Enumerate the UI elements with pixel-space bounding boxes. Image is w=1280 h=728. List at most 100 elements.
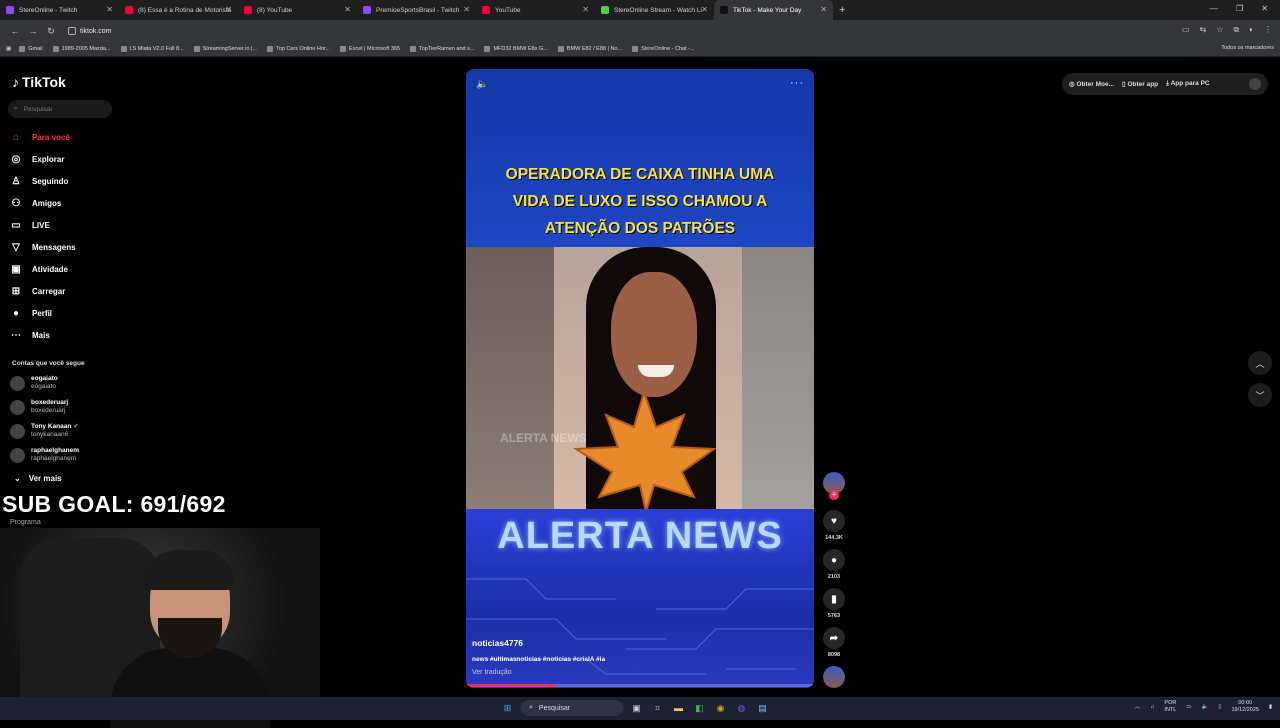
save-button[interactable]: ▮ 5763 [821, 588, 847, 619]
tray-chevron-icon[interactable]: ︿ [1135, 704, 1141, 711]
browser-tab[interactable]: StereOnline Stream - Watch Li ✕ [595, 0, 714, 20]
site-info-icon[interactable] [68, 27, 76, 35]
sidebar-item-mensagens[interactable]: ▽ Mensagens [10, 236, 75, 258]
notifications-icon[interactable]: ▮ [1269, 704, 1272, 711]
apps-icon[interactable]: ▦ [6, 46, 11, 52]
close-tab-icon[interactable]: ✕ [225, 5, 232, 14]
see-translation[interactable]: Ver tradução [472, 669, 512, 676]
network-icon[interactable]: ▭ [1186, 704, 1191, 711]
store-icon[interactable]: ◧ [692, 701, 707, 716]
discord-icon[interactable]: ◍ [734, 701, 749, 716]
bookmark-item[interactable]: 1989-2005 Mazda... [52, 46, 111, 52]
close-window-icon[interactable]: ✕ [1261, 4, 1268, 13]
bookmark-item[interactable]: MFD32 BMW E8x G... [484, 46, 548, 52]
browser-tab[interactable]: YouTube ✕ [476, 0, 595, 20]
clock[interactable]: 00:00 19/12/2025 [1231, 700, 1259, 714]
forward-icon[interactable]: → [24, 26, 42, 36]
bookmark-item[interactable]: TopTierRamen and s... [410, 46, 474, 52]
microphone-icon[interactable]: ♫ [1150, 704, 1154, 711]
see-more-button[interactable]: ⌄ Ver mais [14, 474, 62, 483]
back-icon[interactable]: ← [6, 26, 24, 36]
bookmark-item[interactable]: Top Cars Online Hor... [266, 46, 330, 52]
video-hashtags[interactable]: news #ultimasnoticias #noticias #criaIA … [472, 656, 605, 663]
battery-icon[interactable]: ▯ [1218, 704, 1221, 711]
bookmark-item[interactable]: Gmail [19, 46, 43, 52]
browser-tab[interactable]: StereOnline - Twitch ✕ [0, 0, 119, 20]
next-video-button[interactable]: ﹀ [1248, 383, 1272, 407]
all-bookmarks[interactable]: Todos os marcadores [1221, 45, 1274, 51]
more-options-icon[interactable]: ··· [790, 77, 804, 89]
tab-title: TikTok - Make Your Day [733, 6, 802, 14]
tiktok-logo[interactable]: ♪ TikTok [12, 74, 66, 90]
search-input[interactable]: ⌕ Pesquisar [8, 100, 112, 118]
like-button[interactable]: ♥ 144.3K [821, 510, 847, 541]
volume-tray-icon[interactable]: 🔈 [1202, 704, 1209, 711]
sidebar-item-label: Para você [32, 132, 70, 142]
extensions-icon[interactable]: ⧉ [1233, 25, 1239, 35]
get-coins-button[interactable]: ◎ Obter Moe... [1069, 80, 1114, 88]
video-player[interactable]: OPERADORA DE CAIXA TINHA UMA VIDA DE LUX… [466, 69, 814, 688]
new-tab-button[interactable]: + [839, 4, 845, 16]
sidebar-item-perfil[interactable]: ● Perfil [10, 302, 76, 324]
bookmark-favicon-icon [120, 46, 127, 52]
close-tab-icon[interactable]: ✕ [701, 5, 708, 14]
widgets-icon[interactable]: ⌗ [650, 701, 665, 716]
previous-video-button[interactable]: ︿ [1248, 351, 1272, 375]
browser-tab[interactable]: PremioeSportsBrasil - Twitch ✕ [357, 0, 476, 20]
get-app-button[interactable]: ▯ Obter app [1122, 80, 1158, 88]
browser-tab[interactable]: (8) YouTube ✕ [238, 0, 357, 20]
language-indicator[interactable]: POR INTL [1164, 700, 1176, 714]
bookmark-item[interactable]: BMW E82 / E88 | No... [557, 46, 622, 52]
cast-icon[interactable]: ▭ [1182, 25, 1190, 35]
close-tab-icon[interactable]: ✕ [463, 5, 470, 14]
pc-app-button[interactable]: ⤓ App para PC [1166, 80, 1209, 88]
bookmark-item[interactable]: Excel | Microsoft 365 [340, 46, 400, 52]
sidebar-item-explorar[interactable]: ◎ Explorar [10, 148, 76, 170]
followed-account[interactable]: Tony Kanaan ✔ tonykanaan6 [10, 423, 79, 439]
follow-plus-icon[interactable]: + [829, 490, 839, 500]
file-explorer-icon[interactable]: ▬ [671, 701, 686, 716]
music-disc[interactable] [821, 666, 847, 688]
menu-icon[interactable]: ⋮ [1264, 25, 1272, 35]
task-view-icon[interactable]: ▣ [629, 701, 644, 716]
account-name: boxederuarj [31, 399, 69, 406]
close-tab-icon[interactable]: ✕ [820, 5, 827, 14]
taskbar-search[interactable]: ⌕ Pesquisar [521, 700, 623, 716]
close-tab-icon[interactable]: ✕ [582, 5, 589, 14]
bookmark-item[interactable]: StereOnline - Chat -... [632, 46, 695, 52]
reload-icon[interactable]: ↻ [42, 26, 60, 37]
volume-icon[interactable]: 🔈 [476, 79, 488, 90]
sidebar-item-para-você[interactable]: ⌂ Para você [10, 126, 76, 148]
close-tab-icon[interactable]: ✕ [106, 5, 113, 14]
url-field[interactable]: tiktok.com [68, 27, 112, 35]
sidebar-item-amigos[interactable]: ⚇ Amigos [10, 192, 76, 214]
followed-account[interactable]: raphaelghanem raphaelghanem [10, 447, 79, 463]
bookmark-item[interactable]: LS Miata V2.0 Full 8... [120, 46, 184, 52]
sidebar-item-carregar[interactable]: ⊞ Carregar [10, 280, 76, 302]
windows-start-icon[interactable]: ⊞ [500, 701, 515, 716]
user-avatar[interactable] [1249, 78, 1261, 90]
comment-button[interactable]: ● 2103 [821, 549, 847, 580]
search-icon: ⌕ [14, 105, 18, 112]
maximize-icon[interactable]: ❐ [1236, 4, 1243, 13]
chrome-icon[interactable]: ◉ [713, 701, 728, 716]
bookmark-item[interactable]: StreamingServer.io |... [193, 46, 257, 52]
sidebar-item-mais[interactable]: ⋯ Mais [10, 324, 76, 346]
sidebar-item-atividade[interactable]: ▣ Atividade [10, 258, 76, 280]
creator-avatar[interactable]: + [821, 472, 847, 500]
followed-account[interactable]: boxederuarj boxederuarj [10, 399, 68, 415]
bookmark-star-icon[interactable]: ☆ [1216, 25, 1223, 35]
video-author[interactable]: noticias4776 [472, 638, 523, 648]
browser-tab[interactable]: (8) Essa é a Rotina de Motorista ✕ [119, 0, 238, 20]
translate-icon[interactable]: ⇆ [1200, 25, 1207, 35]
followed-account[interactable]: eogaiato eogaiato [10, 375, 58, 391]
notepad-icon[interactable]: ▤ [755, 701, 770, 716]
browser-tab[interactable]: TikTok - Make Your Day ✕ [714, 0, 833, 20]
close-tab-icon[interactable]: ✕ [344, 5, 351, 14]
share-button[interactable]: ➦ 8098 [821, 627, 847, 658]
profile-icon[interactable]: ◐ [1249, 25, 1254, 35]
activity-icon: ▣ [11, 263, 21, 275]
minimize-icon[interactable]: — [1210, 4, 1218, 13]
sidebar-item-seguindo[interactable]: ♙ Seguindo [10, 170, 76, 192]
sidebar-item-live[interactable]: ▭ LIVE [10, 214, 76, 236]
